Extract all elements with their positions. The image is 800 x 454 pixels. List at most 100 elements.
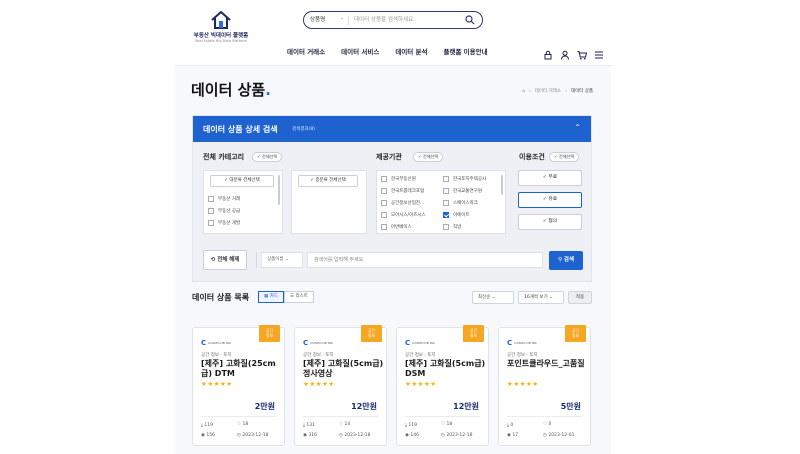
list-item[interactable]: 부동산 거래 (208, 196, 240, 202)
card-category: 공간 정보 · 토지 (507, 353, 538, 358)
terms-paid-option[interactable]: ✓ 유료 (518, 192, 582, 208)
download-count: ⤓ 0 (507, 423, 514, 428)
card-title[interactable]: [제주] 고화질(25cm급) DTM (201, 359, 283, 379)
chevron-up-icon[interactable]: ⌃ (574, 123, 581, 132)
terms-negotiable-option[interactable]: ✓ 협의 (518, 214, 582, 230)
site-logo[interactable]: 부동산 빅데이터 플랫폼 Real Estate Big Data Platfo… (191, 10, 251, 50)
search-input[interactable]: 데이터 상품을 검색하세요. (354, 15, 415, 23)
provider-item[interactable]: 모아시스/이즈시스 (381, 212, 426, 218)
query-field-select[interactable]: 상품이름 ⌄ (261, 252, 303, 268)
checkbox[interactable] (208, 220, 214, 226)
main-nav: 데이터 거래소 데이터 서비스 데이터 분석 플랫폼 이용안내 (287, 46, 488, 56)
view-count: ◉ 146 (405, 433, 419, 438)
sort-select[interactable]: 최신순 ⌄ (472, 291, 514, 304)
provider-list: 한국부동산원 한국토지주택공사 한국프롭테크포럼 한국교통연구원 공간정보산업진… (376, 170, 506, 234)
product-card[interactable]: 공간 정보 C COSMO DB INC 공간 정보 · 토지 [제주] 고화질(2… (192, 325, 285, 446)
checkbox[interactable] (208, 196, 214, 202)
nav-data-exchange[interactable]: 데이터 거래소 (287, 46, 325, 56)
provider-item[interactable]: 한국부동산원 (381, 176, 416, 182)
breadcrumb-item[interactable]: 데이터 거래소 (535, 88, 561, 94)
checkbox[interactable] (443, 188, 449, 194)
terms-label: 이용조건 (519, 153, 545, 161)
card-price: 12만원 (351, 402, 377, 411)
global-search: 상품명 ⌄ 데이터 상품을 검색하세요. (303, 11, 483, 29)
menu-icon[interactable] (594, 45, 604, 59)
checkbox[interactable] (381, 188, 387, 194)
provider-item[interactable]: 직방 (443, 224, 461, 230)
panel-header[interactable]: 데이터 상품 상세 검색 검색결과(8) ⌃ (193, 116, 591, 142)
card-title[interactable]: [제주] 고화질(5cm급) 정사영상 (303, 359, 385, 379)
provider-item[interactable]: 스페이스워크 (443, 200, 478, 206)
rating-stars: ★★★★★ (405, 380, 437, 388)
list-item[interactable]: 부동산 개발 (208, 220, 240, 226)
provider-item[interactable]: 이에이트 (443, 212, 470, 218)
category-select-all-button[interactable]: ✓ 전체선택 (252, 152, 283, 162)
terms-select-all-button[interactable]: ✓ 전체선택 (549, 152, 580, 162)
provider-select-all-button[interactable]: ✓ 전체선택 (413, 152, 444, 162)
reset-all-button[interactable]: ⟲ 전체 해제 (203, 250, 247, 270)
view-count: ◉ 316 (303, 433, 317, 438)
card-title[interactable]: 포인트클라우드_고품질 (507, 359, 589, 369)
card-date: ◷ 2023-12-18 (237, 433, 269, 438)
like-count: ♡ 14 (339, 422, 351, 427)
card-title[interactable]: [제주] 고화질(5cm급) DSM (405, 359, 487, 379)
card-price: 12만원 (453, 402, 479, 411)
provider-item[interactable]: 공간정보산업진... (381, 200, 424, 206)
minor-select-all-button[interactable]: ✓ 중분류 전체선택 (298, 175, 358, 187)
lock-icon[interactable] (543, 45, 553, 60)
checkbox[interactable] (443, 200, 449, 206)
view-toggle: ▦ 카드 ☰ 리스트 (258, 291, 314, 303)
apply-button[interactable]: 적용 (568, 291, 592, 304)
provider-item[interactable]: 어반베이스 (381, 224, 412, 230)
view-card-button[interactable]: ▦ 카드 (258, 291, 284, 303)
rating-stars: ★★★★★ (303, 380, 335, 388)
nav-data-analysis[interactable]: 데이터 분석 (395, 46, 427, 56)
list-item[interactable]: 부동산 공급 (208, 208, 240, 214)
checkbox[interactable] (208, 208, 214, 214)
chevron-down-icon: ⌄ (340, 15, 345, 21)
checkbox[interactable] (443, 176, 449, 182)
logo-subtitle: Real Estate Big Data Platform (195, 39, 247, 43)
product-card[interactable]: 공간 정보 C COSMO DB INC 공간 정보 · 토지 포인트클라우드_고품… (498, 325, 591, 446)
card-category: 공간 정보 · 토지 (201, 353, 232, 358)
provider-item[interactable]: 한국토지주택공사 (443, 176, 486, 182)
like-count: ♡ 18 (441, 422, 453, 427)
provider-logo: C COSMO DB INC (507, 339, 537, 347)
card-date: ◷ 2023-12-18 (339, 433, 371, 438)
search-icon[interactable] (465, 15, 475, 25)
card-price: 5만원 (560, 402, 581, 411)
user-icon[interactable] (560, 45, 570, 60)
per-page-select[interactable]: 16개씩 보기 ⌄ (518, 291, 564, 304)
nav-platform-guide[interactable]: 플랫폼 이용안내 (443, 46, 487, 56)
view-count: ◉ 17 (507, 433, 519, 438)
checkbox[interactable] (381, 212, 387, 218)
category-badge: 공간 정보 (259, 325, 280, 342)
view-list-button[interactable]: ☰ 리스트 (283, 291, 314, 303)
provider-item[interactable]: 한국교통연구원 (443, 188, 482, 194)
cart-icon[interactable] (577, 45, 588, 60)
product-card[interactable]: 공간 정보 C COSMO DB INC 공간 정보 · 토지 [제주] 고화질(5… (294, 325, 387, 446)
terms-free-option[interactable]: ✓ 무료 (518, 170, 582, 186)
utility-icons (543, 45, 604, 60)
major-select-all-button[interactable]: ✓ 대분류 전체선택 (210, 175, 274, 187)
search-category-select[interactable]: 상품명 (310, 15, 325, 23)
scrollbar[interactable] (278, 175, 280, 205)
nav-data-service[interactable]: 데이터 서비스 (341, 46, 379, 56)
provider-logo: C COSMO DB INC (201, 339, 231, 347)
scrollbar[interactable] (501, 175, 503, 195)
checkbox[interactable] (443, 224, 449, 230)
category-badge: 공간 정보 (463, 325, 484, 342)
query-input[interactable]: 검색어를 입력해 주세요. (307, 252, 543, 268)
checkbox[interactable] (381, 224, 387, 230)
checkbox-checked[interactable] (443, 212, 449, 218)
home-icon[interactable]: ⌂ (522, 89, 525, 94)
category-badge: 공간 정보 (565, 325, 586, 342)
divider (201, 416, 276, 417)
checkbox[interactable] (381, 176, 387, 182)
provider-item[interactable]: 한국프롭테크포럼 (381, 188, 424, 194)
search-button[interactable]: ⚲ 검색 (549, 251, 583, 270)
checkbox[interactable] (381, 200, 387, 206)
minor-category-list: ✓ 중분류 전체선택 (291, 170, 367, 234)
product-card[interactable]: 공간 정보 C COSMO DB INC 공간 정보 · 토지 [제주] 고화질(5… (396, 325, 489, 446)
category-badge: 공간 정보 (361, 325, 382, 342)
